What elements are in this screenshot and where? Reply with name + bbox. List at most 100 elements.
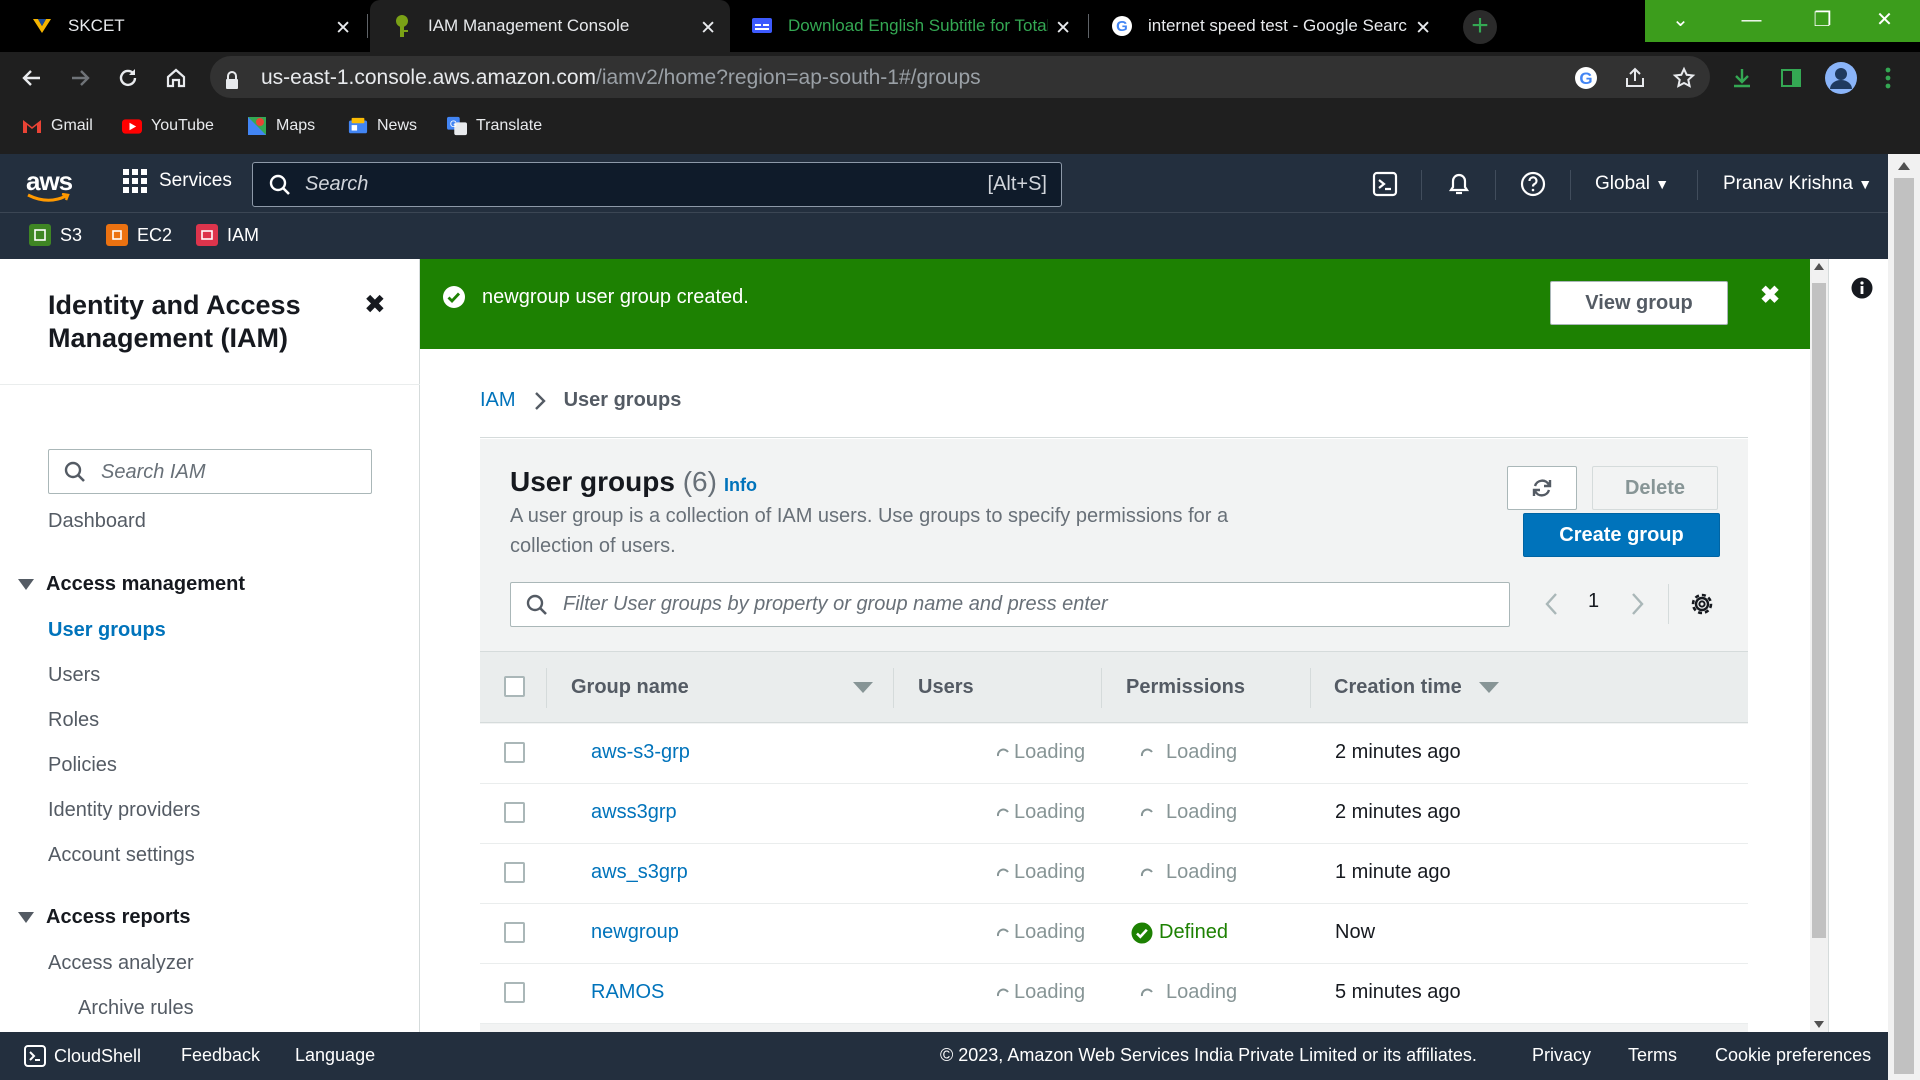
back-icon[interactable] <box>16 62 48 94</box>
table-row[interactable]: aws-s3-grp Loading Loading 2 minutes ago <box>480 724 1748 784</box>
sidebar-item-access-analyzer[interactable]: Access analyzer <box>48 952 194 975</box>
region-selector[interactable]: Global ▼ <box>1595 173 1669 195</box>
tab-close-icon[interactable]: ✕ <box>1055 17 1071 40</box>
tab-close-icon[interactable]: ✕ <box>1415 17 1431 40</box>
breadcrumb-iam-link[interactable]: IAM <box>480 389 516 412</box>
sidebar-item-account-settings[interactable]: Account settings <box>48 844 195 867</box>
row-checkbox[interactable] <box>504 982 525 1003</box>
sidebar-item-dashboard[interactable]: Dashboard <box>48 510 146 533</box>
bookmark-maps[interactable]: Maps <box>247 113 315 139</box>
column-group-name[interactable]: Group name <box>571 676 689 699</box>
search-iam-input[interactable]: Search IAM <box>48 449 372 494</box>
row-checkbox[interactable] <box>504 802 525 823</box>
tab-google-search[interactable]: G internet speed test - Google Search ✕ <box>1090 0 1445 52</box>
minimize-button[interactable]: — <box>1716 0 1787 42</box>
close-window-button[interactable]: ✕ <box>1849 0 1920 42</box>
browser-menu-icon[interactable] <box>1874 64 1902 92</box>
scroll-up-arrow-icon[interactable] <box>1814 263 1824 270</box>
side-panel-icon[interactable] <box>1777 64 1805 92</box>
next-page-icon[interactable] <box>1627 589 1647 619</box>
share-icon[interactable] <box>1621 64 1649 92</box>
aws-search-input[interactable]: Search [Alt+S] <box>252 162 1062 207</box>
tab-search-dropdown-icon[interactable]: ⌄ <box>1645 0 1716 42</box>
help-icon[interactable] <box>1518 169 1548 199</box>
row-checkbox[interactable] <box>504 742 525 763</box>
table-row[interactable]: aws_s3grp Loading Loading 1 minute ago <box>480 844 1748 904</box>
favorite-s3[interactable]: S3 <box>29 224 82 246</box>
column-permissions[interactable]: Permissions <box>1126 676 1245 699</box>
sidebar-item-user-groups[interactable]: User groups <box>48 619 166 642</box>
create-group-button[interactable]: Create group <box>1523 513 1720 557</box>
reload-icon[interactable] <box>112 62 144 94</box>
url-text[interactable]: us-east-1.console.aws.amazon.com/iamv2/h… <box>261 66 981 90</box>
favorite-iam[interactable]: IAM <box>196 224 259 246</box>
sidebar-section-access-reports[interactable]: Access reports <box>18 906 191 929</box>
table-row[interactable]: awss3grp Loading Loading 2 minutes ago <box>480 784 1748 844</box>
group-name-link[interactable]: aws_s3grp <box>591 861 688 884</box>
group-name-link[interactable]: aws-s3-grp <box>591 741 690 764</box>
bookmark-gmail[interactable]: Gmail <box>22 113 93 139</box>
scroll-down-arrow-icon[interactable] <box>1814 1021 1824 1028</box>
sidebar-section-access-management[interactable]: Access management <box>18 573 245 596</box>
tab-subtitle[interactable]: Download English Subtitle for Total ✕ <box>730 0 1085 52</box>
table-row[interactable]: newgroup Loading Defined Now <box>480 904 1748 964</box>
row-checkbox[interactable] <box>504 922 525 943</box>
table-preferences-gear-icon[interactable] <box>1688 590 1716 618</box>
feedback-link[interactable]: Feedback <box>181 1045 260 1066</box>
aws-logo[interactable]: aws <box>26 166 73 203</box>
row-checkbox[interactable] <box>504 862 525 883</box>
sidebar-item-roles[interactable]: Roles <box>48 709 99 732</box>
scroll-up-arrow-icon[interactable] <box>1898 162 1910 170</box>
close-sidebar-icon[interactable]: ✖ <box>364 289 386 320</box>
sidebar-item-policies[interactable]: Policies <box>48 754 117 777</box>
column-users[interactable]: Users <box>918 676 974 699</box>
account-menu[interactable]: Pranav Krishna ▼ <box>1723 173 1872 195</box>
view-group-button[interactable]: View group <box>1550 281 1728 325</box>
sidebar-item-identity-providers[interactable]: Identity providers <box>48 799 200 822</box>
filter-groups-input[interactable]: Filter User groups by property or group … <box>510 582 1510 627</box>
forward-icon[interactable] <box>64 62 96 94</box>
download-icon[interactable] <box>1728 64 1756 92</box>
restore-button[interactable]: ❐ <box>1787 0 1858 42</box>
page-scrollbar-thumb[interactable] <box>1894 178 1914 1074</box>
info-link[interactable]: Info <box>724 475 757 496</box>
tab-skcet[interactable]: SKCET ✕ <box>10 0 365 52</box>
page-number[interactable]: 1 <box>1588 590 1599 613</box>
sidebar-item-users[interactable]: Users <box>48 664 100 687</box>
tab-close-icon[interactable]: ✕ <box>700 17 716 40</box>
bookmark-star-icon[interactable] <box>1670 64 1698 92</box>
favorite-ec2[interactable]: EC2 <box>106 224 172 246</box>
services-menu-button[interactable]: Services <box>123 169 232 193</box>
language-link[interactable]: Language <box>295 1045 375 1066</box>
cloudshell-icon[interactable] <box>1370 169 1400 199</box>
bookmark-translate[interactable]: G Translate <box>447 113 542 139</box>
notifications-bell-icon[interactable] <box>1444 169 1474 199</box>
cloudshell-button[interactable]: CloudShell <box>24 1045 141 1067</box>
tab-close-icon[interactable]: ✕ <box>335 17 351 40</box>
select-all-checkbox[interactable] <box>504 676 525 697</box>
refresh-button[interactable] <box>1507 466 1577 510</box>
previous-page-icon[interactable] <box>1542 589 1562 619</box>
dismiss-flash-icon[interactable]: ✖ <box>1760 281 1780 310</box>
bookmark-youtube[interactable]: YouTube <box>122 113 214 139</box>
group-name-link[interactable]: newgroup <box>591 921 679 944</box>
group-name-link[interactable]: RAMOS <box>591 981 664 1004</box>
group-name-link[interactable]: awss3grp <box>591 801 677 824</box>
delete-button[interactable]: Delete <box>1592 466 1718 510</box>
tab-iam-console[interactable]: IAM Management Console ✕ <box>370 0 730 52</box>
info-circle-icon[interactable] <box>1851 277 1873 299</box>
cookie-preferences-link[interactable]: Cookie preferences <box>1715 1045 1871 1066</box>
privacy-link[interactable]: Privacy <box>1532 1045 1591 1066</box>
sort-caret-icon[interactable] <box>1479 682 1499 693</box>
sidebar-item-archive-rules[interactable]: Archive rules <box>78 997 194 1020</box>
google-lens-icon[interactable]: G <box>1572 64 1600 92</box>
sort-descending-icon[interactable] <box>853 682 873 693</box>
bookmark-news[interactable]: News <box>348 113 417 139</box>
lock-icon[interactable] <box>222 66 242 94</box>
main-scrollbar-thumb[interactable] <box>1812 283 1826 938</box>
table-row[interactable]: RAMOS Loading Loading 5 minutes ago <box>480 964 1748 1024</box>
profile-avatar-icon[interactable] <box>1823 60 1859 96</box>
column-creation-time[interactable]: Creation time <box>1334 676 1462 699</box>
home-icon[interactable] <box>160 62 192 94</box>
new-tab-button[interactable]: + <box>1463 10 1497 44</box>
